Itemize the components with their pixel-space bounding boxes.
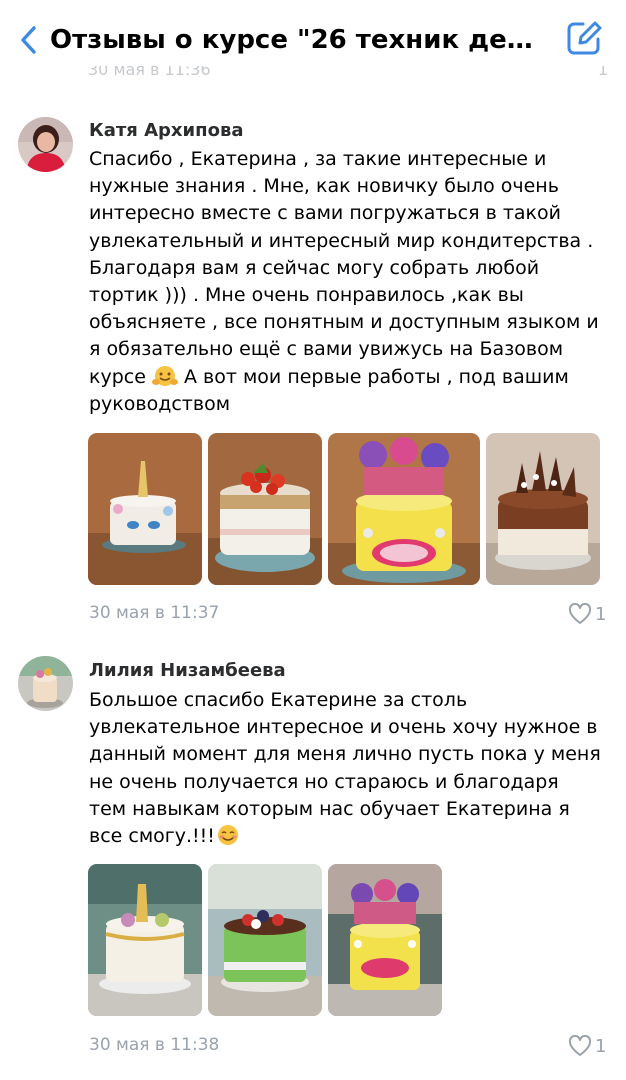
- cake-photo-image: [208, 864, 322, 1016]
- avatar[interactable]: [18, 117, 73, 172]
- avatar-image: [18, 117, 73, 172]
- like-count: 1: [595, 1035, 607, 1057]
- comment-line: не очень получается но стараюсь и благод…: [89, 770, 559, 793]
- attached-photo[interactable]: [328, 864, 442, 1016]
- comment-date[interactable]: 30 мая в 11:38: [89, 1035, 219, 1055]
- comment-line: Благодаря вам я сейчас могу собрать любо…: [89, 256, 540, 279]
- heart-icon: [568, 603, 592, 624]
- back-button[interactable]: [14, 22, 44, 58]
- like-button[interactable]: 1: [568, 603, 606, 625]
- smiling-face-emoji-icon: [217, 825, 238, 846]
- chevron-left-icon: [21, 26, 36, 54]
- heart-icon: [568, 1035, 592, 1056]
- comment-line: интересно вместе с вами погружаться в та…: [89, 202, 561, 225]
- comment-line: нужные знания . Мне, как новичку было оч…: [89, 175, 559, 198]
- comment-author[interactable]: Лилия Низамбеева: [89, 660, 286, 681]
- previous-comment-date: 30 мая в 11:36: [88, 66, 211, 79]
- page-title: Отзывы о курсе "26 техник дек...: [50, 25, 550, 55]
- comment-line: руководством: [89, 392, 231, 415]
- comment-author[interactable]: Катя Архипова: [89, 120, 244, 141]
- cake-photo-image: [328, 433, 480, 585]
- attached-photo[interactable]: [486, 433, 600, 585]
- attached-photo[interactable]: [88, 433, 202, 585]
- comment-line: увлекательное интересное и очень хочу ну…: [89, 716, 598, 739]
- comment-line: Спасибо , Екатерина , за такие интересны…: [89, 148, 547, 170]
- hugging-face-emoji-icon: [151, 365, 178, 386]
- comment-text: Большое спасибо Екатерине за столь увлек…: [89, 687, 614, 850]
- avatar[interactable]: [18, 656, 73, 711]
- comment-date[interactable]: 30 мая в 11:37: [89, 603, 219, 623]
- compose-button[interactable]: [564, 18, 604, 58]
- cake-photo-image: [88, 864, 202, 1016]
- attached-photo[interactable]: [208, 864, 322, 1016]
- comment-line: курсе А вот мои первые работы , под ваши…: [89, 365, 569, 388]
- attached-photo[interactable]: [88, 864, 202, 1016]
- previous-comment-likes: 1: [597, 66, 608, 79]
- cake-photo-image: [328, 864, 442, 1016]
- comment-line: все смогу.!!!: [89, 823, 614, 850]
- comment-line: тем навыкам которым нас обучает Екатерин…: [89, 797, 570, 820]
- cake-photo-image: [486, 433, 600, 585]
- comment-line: Большое спасибо Екатерине за столь: [89, 689, 468, 711]
- comment-line: увлекательный и интересный мир кондитерс…: [89, 229, 594, 252]
- comment-line: я обязательно ещё с вами увижусь на Базо…: [89, 338, 564, 361]
- like-count: 1: [595, 603, 607, 625]
- attached-photo[interactable]: [328, 433, 480, 585]
- attached-photo[interactable]: [208, 433, 322, 585]
- cake-photo-image: [88, 433, 202, 585]
- cake-photo-image: [208, 433, 322, 585]
- compose-icon: [567, 21, 602, 55]
- avatar-image: [18, 656, 73, 711]
- comment-text: Спасибо , Екатерина , за такие интересны…: [89, 146, 614, 418]
- comment-line: данный момент для меня лично пусть пока …: [89, 743, 601, 766]
- previous-comment-meta: 30 мая в 11:36 1: [88, 66, 608, 80]
- like-button[interactable]: 1: [568, 1035, 606, 1057]
- comment-line: тортик ))) . Мне очень понравилось ,как …: [89, 284, 524, 307]
- comment-line: объясняете , все понятным и доступным яз…: [89, 311, 599, 334]
